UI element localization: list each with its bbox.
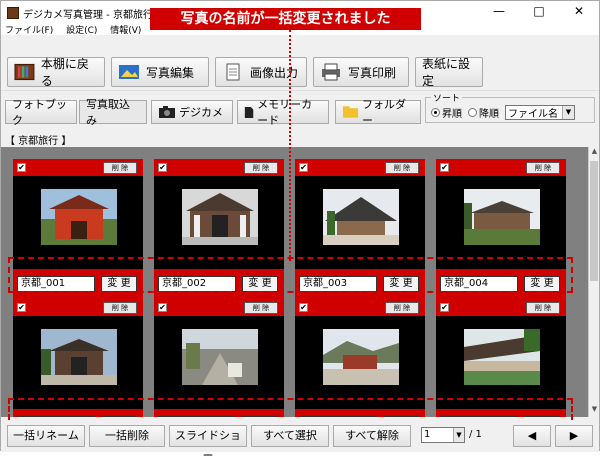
import-label: 写真取込み — [86, 98, 130, 127]
memory-card-icon — [244, 106, 254, 118]
grid-scrollbar[interactable]: ▲ ▼ — [588, 147, 599, 417]
chevron-down-icon: ▼ — [562, 106, 574, 119]
bottom-bar: 一括リネーム 一括削除 スライドショー すべて選択 すべて解除 1 ▼ / 1 … — [1, 419, 599, 462]
select-checkbox[interactable]: ✔ — [440, 303, 449, 312]
back-to-shelf-label: 本棚に戻る — [40, 57, 89, 88]
highlight-row-1 — [8, 257, 573, 293]
highlight-row-2 — [8, 398, 573, 420]
slideshow-button[interactable]: スライドショー — [169, 425, 247, 462]
select-checkbox[interactable]: ✔ — [440, 163, 449, 172]
photo-print-button[interactable]: 写真印刷 — [313, 57, 409, 87]
menu-info[interactable]: 情報(V) — [110, 26, 141, 36]
delete-photo-button[interactable]: 削 除 — [244, 302, 278, 314]
photo-thumbnail[interactable] — [182, 329, 258, 385]
photo-thumbnail[interactable] — [464, 189, 540, 245]
minimize-button[interactable]: — — [479, 1, 519, 23]
album-label: 【 京都旅行 】 — [5, 136, 72, 147]
bulk-rename-button[interactable]: 一括リネーム — [7, 425, 85, 447]
sort-asc-radio[interactable] — [431, 108, 440, 117]
close-button[interactable]: ✕ — [559, 1, 599, 23]
back-to-shelf-button[interactable]: 本棚に戻る — [7, 57, 105, 88]
scroll-up-icon[interactable]: ▲ — [589, 147, 600, 159]
scroll-thumb[interactable] — [590, 161, 598, 281]
camera-label: デジカメ — [179, 106, 223, 119]
sort-controls: 昇順 降順 ファイル名 ▼ — [431, 105, 575, 120]
photo-thumbnail[interactable] — [182, 189, 258, 245]
callout-line — [289, 30, 291, 261]
menu-file[interactable]: ファイル(F) — [5, 26, 53, 36]
photo-edit-button[interactable]: 写真編集 — [111, 57, 209, 87]
deselect-all-button[interactable]: すべて解除 — [333, 425, 411, 447]
next-page-button[interactable]: ▶ — [555, 425, 593, 447]
window-controls: — □ ✕ — [479, 1, 599, 23]
sort-key-select[interactable]: ファイル名 ▼ — [505, 105, 575, 120]
delete-photo-button[interactable]: 削 除 — [103, 162, 137, 174]
photo-thumbnail[interactable] — [41, 189, 117, 245]
delete-photo-button[interactable]: 削 除 — [526, 162, 560, 174]
import-tab[interactable]: 写真取込み — [79, 98, 147, 127]
photo-thumbnail[interactable] — [464, 329, 540, 385]
delete-photo-button[interactable]: 削 除 — [526, 302, 560, 314]
app-icon — [7, 7, 19, 19]
sort-title: ソート — [431, 91, 463, 104]
main-toolbar: 本棚に戻る 写真編集 画像出力 写真印刷 表紙に設定 — [1, 55, 599, 91]
delete-photo-button[interactable]: 削 除 — [244, 162, 278, 174]
bulk-delete-button[interactable]: 一括削除 — [89, 425, 165, 447]
memory-card-button[interactable]: メモリーカード — [237, 98, 329, 127]
photo-thumbnail[interactable] — [323, 189, 399, 245]
delete-photo-button[interactable]: 削 除 — [103, 302, 137, 314]
select-checkbox[interactable]: ✔ — [299, 163, 308, 172]
sort-desc-label: 降順 — [479, 109, 499, 120]
rename-notice-banner: 写真の名前が一括変更されました — [150, 8, 421, 30]
photo-edit-icon — [119, 65, 139, 79]
set-cover-button[interactable]: 表紙に設定 — [415, 57, 483, 88]
sort-desc-radio[interactable] — [468, 108, 477, 117]
window-title: デジカメ写真管理 - 京都旅行 - — [23, 10, 160, 21]
chevron-down-icon: ▼ — [453, 428, 464, 442]
page-select[interactable]: 1 ▼ — [421, 427, 465, 443]
photobook-tab[interactable]: フォトブック — [5, 98, 77, 127]
printer-icon — [322, 63, 340, 81]
select-checkbox[interactable]: ✔ — [158, 303, 167, 312]
page-total: / 1 — [469, 429, 482, 440]
document-icon — [226, 63, 240, 81]
maximize-button[interactable]: □ — [519, 1, 559, 23]
camera-icon — [159, 106, 175, 118]
menu-bar: ファイル(F) 設定(C) 情報(V) — [5, 23, 151, 36]
photo-thumbnail[interactable] — [41, 329, 117, 385]
folder-label: フォルダー — [362, 98, 407, 127]
folder-button[interactable]: フォルダー — [335, 98, 421, 127]
delete-photo-button[interactable]: 削 除 — [385, 162, 419, 174]
photo-thumbnail[interactable] — [323, 329, 399, 385]
image-output-button[interactable]: 画像出力 — [215, 57, 307, 87]
app-window: デジカメ写真管理 - 京都旅行 - ファイル(F) 設定(C) 情報(V) — … — [0, 0, 600, 462]
photo-print-label: 写真印刷 — [348, 65, 397, 80]
select-checkbox[interactable]: ✔ — [299, 303, 308, 312]
photobook-label: フォトブック — [12, 98, 67, 127]
select-all-button[interactable]: すべて選択 — [251, 425, 329, 447]
camera-button[interactable]: デジカメ — [151, 100, 233, 124]
folder-icon — [342, 106, 359, 118]
select-checkbox[interactable]: ✔ — [17, 303, 26, 312]
menu-settings[interactable]: 設定(C) — [66, 26, 97, 36]
prev-page-button[interactable]: ◀ — [513, 425, 551, 447]
select-checkbox[interactable]: ✔ — [17, 163, 26, 172]
scroll-down-icon[interactable]: ▼ — [589, 405, 600, 417]
set-cover-label: 表紙に設定 — [422, 57, 471, 88]
bookshelf-icon — [14, 63, 35, 81]
sort-asc-label: 昇順 — [442, 109, 462, 120]
page-value: 1 — [424, 429, 431, 440]
sort-key-value: ファイル名 — [508, 109, 558, 120]
delete-photo-button[interactable]: 削 除 — [385, 302, 419, 314]
select-checkbox[interactable]: ✔ — [158, 163, 167, 172]
photo-edit-label: 写真編集 — [146, 65, 195, 80]
